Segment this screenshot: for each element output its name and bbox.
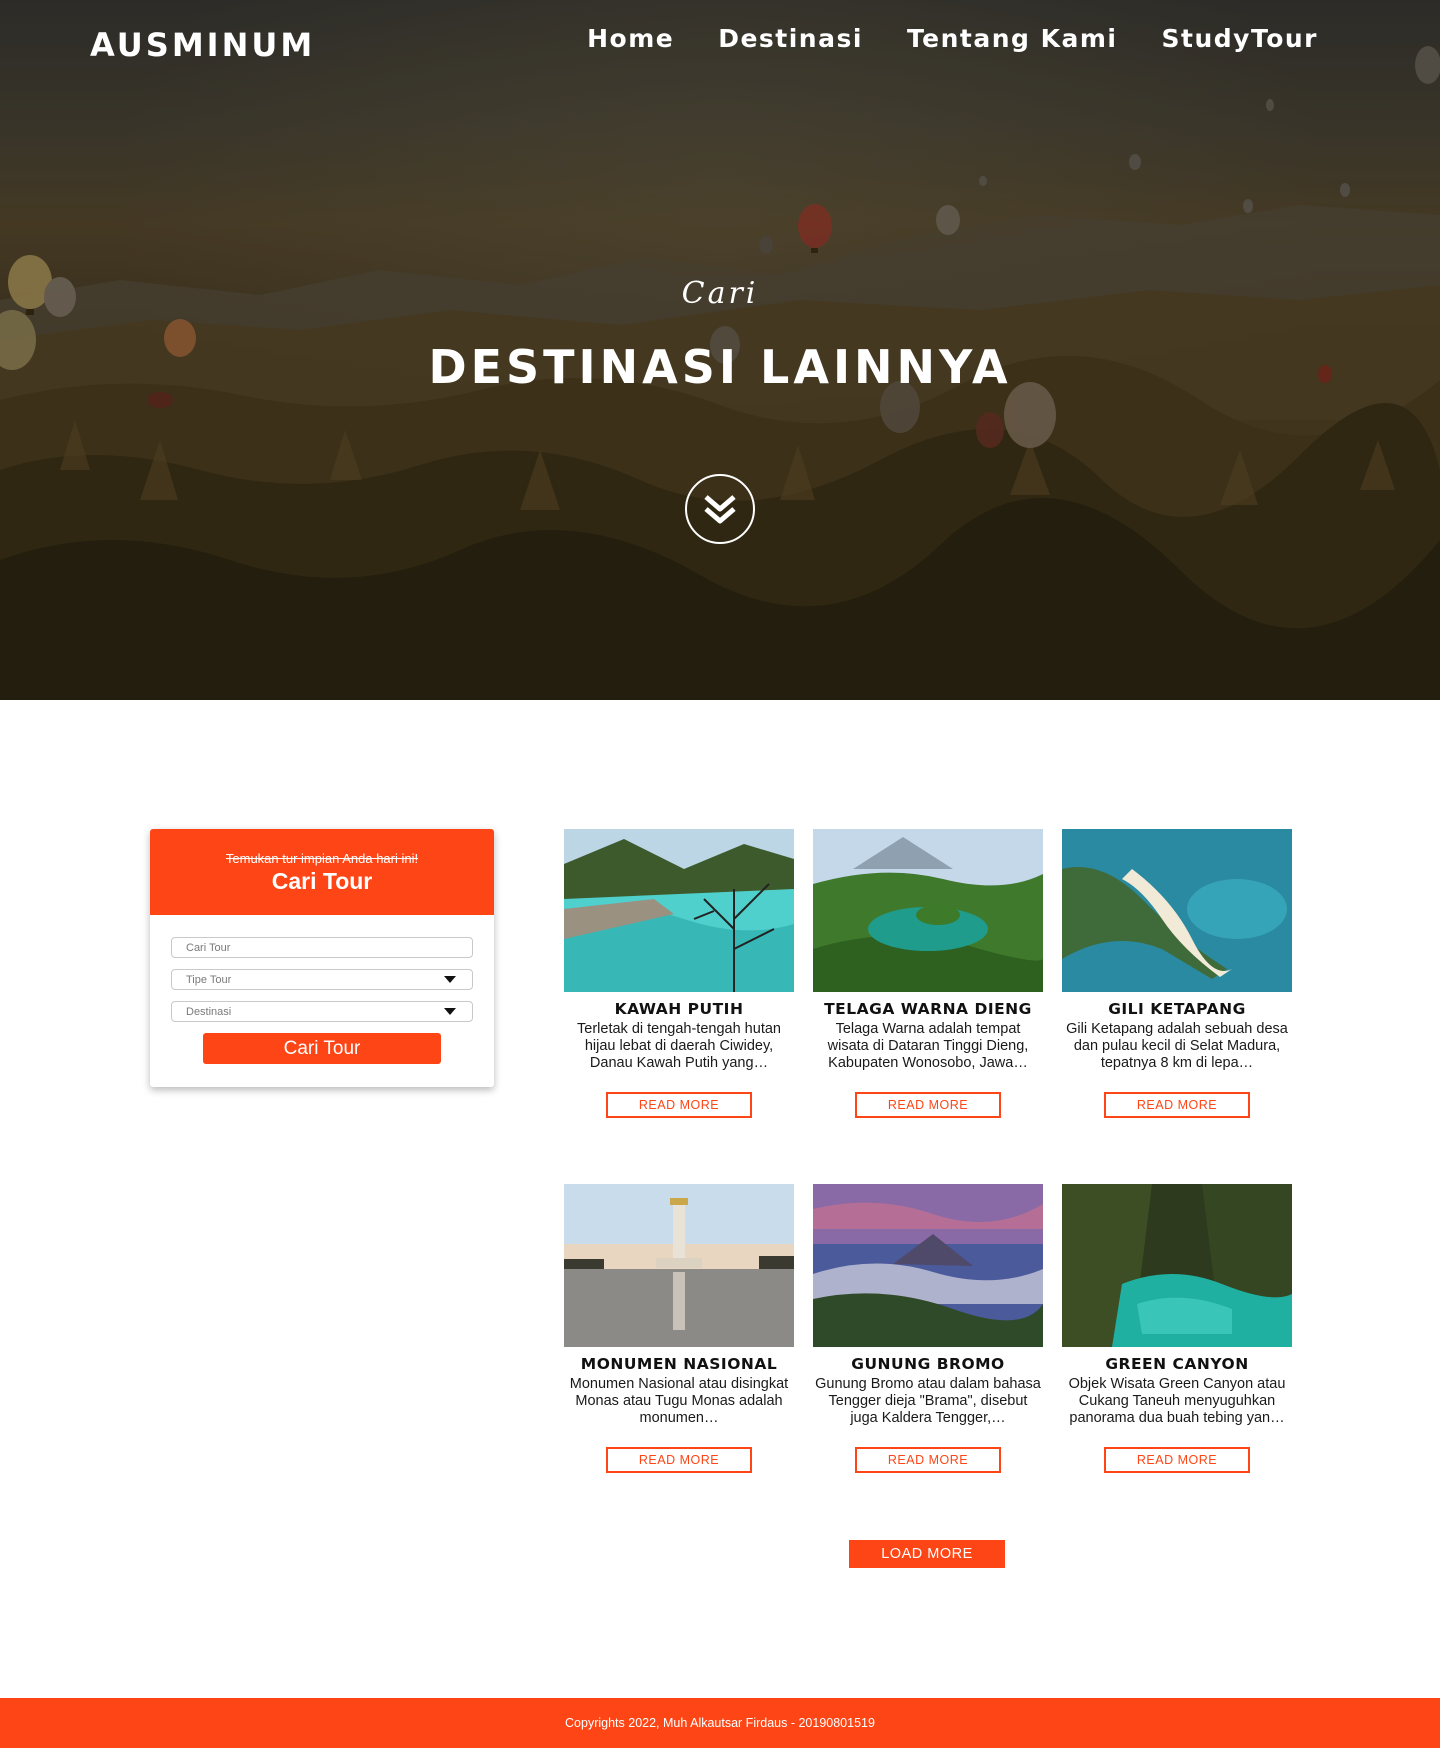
hero-banner: AUSMINUM Home Destinasi Tentang Kami Stu… (0, 0, 1440, 700)
read-more-button[interactable]: READ MORE (606, 1447, 752, 1473)
search-tagline: Temukan tur impian Anda hari ini! (225, 851, 419, 866)
telaga-warna-image[interactable] (813, 829, 1043, 992)
green-canyon-image[interactable] (1062, 1184, 1292, 1347)
destination-description: Gili Ketapang adalah sebuah desa dan pul… (1066, 1021, 1288, 1071)
destination-select[interactable]: Destinasi (171, 1001, 473, 1022)
nav-tentang-kami[interactable]: Tentang Kami (885, 22, 1140, 55)
footer: Copyrights 2022, Muh Alkautsar Firdaus -… (0, 1698, 1440, 1748)
destination-card: GILI KETAPANG Gili Ketapang adalah sebua… (1062, 829, 1292, 1118)
read-more-button[interactable]: READ MORE (855, 1092, 1001, 1118)
destination-name: MONUMEN NASIONAL (580, 1355, 778, 1373)
load-more-button[interactable]: LOAD MORE (849, 1540, 1005, 1568)
gili-ketapang-image[interactable] (1062, 829, 1292, 992)
gunung-bromo-image[interactable] (813, 1184, 1043, 1347)
read-more-button[interactable]: READ MORE (606, 1092, 752, 1118)
destination-name: TELAGA WARNA DIENG (824, 1000, 1032, 1018)
search-tour-input[interactable]: Cari Tour (171, 937, 473, 958)
read-more-button[interactable]: READ MORE (1104, 1092, 1250, 1118)
destination-description: Gunung Bromo atau dalam bahasa Tengger d… (815, 1376, 1041, 1426)
main-nav: Home Destinasi Tentang Kami StudyTour (565, 22, 1340, 55)
read-more-button[interactable]: READ MORE (1104, 1447, 1250, 1473)
destination-name: GILI KETAPANG (1108, 1000, 1246, 1018)
destination-card: GUNUNG BROMO Gunung Bromo atau dalam bah… (813, 1184, 1043, 1473)
caret-down-icon (444, 976, 456, 983)
destination-name: GREEN CANYON (1105, 1355, 1249, 1373)
search-tour-button[interactable]: Cari Tour (203, 1033, 441, 1064)
destination-card: TELAGA WARNA DIENG Telaga Warna adalah t… (813, 829, 1043, 1118)
read-more-button[interactable]: READ MORE (855, 1447, 1001, 1473)
destination-description: Terletak di tengah-tengah hutan hijau le… (577, 1021, 781, 1071)
nav-home[interactable]: Home (565, 22, 696, 55)
brand-logo[interactable]: AUSMINUM (90, 26, 315, 64)
destination-description: Monumen Nasional atau disingkat Monas at… (569, 1376, 789, 1426)
hero-subtitle: Cari (681, 276, 759, 311)
monumen-nasional-image[interactable] (564, 1184, 794, 1347)
tour-type-placeholder: Tipe Tour (186, 974, 232, 986)
destination-description: Telaga Warna adalah tempat wisata di Dat… (827, 1021, 1029, 1071)
scroll-down-button[interactable] (685, 474, 755, 544)
search-panel-header: Temukan tur impian Anda hari ini! Cari T… (150, 829, 494, 915)
kawah-putih-image[interactable] (564, 829, 794, 992)
destination-card: KAWAH PUTIH Terletak di tengah-tengah hu… (564, 829, 794, 1118)
destination-name: KAWAH PUTIH (614, 1000, 744, 1018)
destination-name: GUNUNG BROMO (851, 1355, 1005, 1373)
search-panel-title: Cari Tour (271, 868, 373, 894)
tour-search-panel: Temukan tur impian Anda hari ini! Cari T… (150, 829, 494, 1087)
double-chevron-down-icon (704, 495, 736, 524)
destination-card: MONUMEN NASIONAL Monumen Nasional atau d… (564, 1184, 794, 1473)
destination-card: GREEN CANYON Objek Wisata Green Canyon a… (1062, 1184, 1292, 1473)
destination-description: Objek Wisata Green Canyon atau Cukang Ta… (1068, 1376, 1286, 1426)
caret-down-icon (444, 1008, 456, 1015)
tour-type-select[interactable]: Tipe Tour (171, 969, 473, 990)
hero-title: DESTINASI LAINNYA (428, 340, 1012, 394)
destination-placeholder: Destinasi (186, 1006, 232, 1018)
nav-destinasi[interactable]: Destinasi (696, 22, 885, 55)
search-tour-placeholder: Cari Tour (186, 942, 231, 954)
nav-studytour[interactable]: StudyTour (1140, 22, 1340, 55)
copyright-text: Copyrights 2022, Muh Alkautsar Firdaus -… (565, 1716, 875, 1730)
